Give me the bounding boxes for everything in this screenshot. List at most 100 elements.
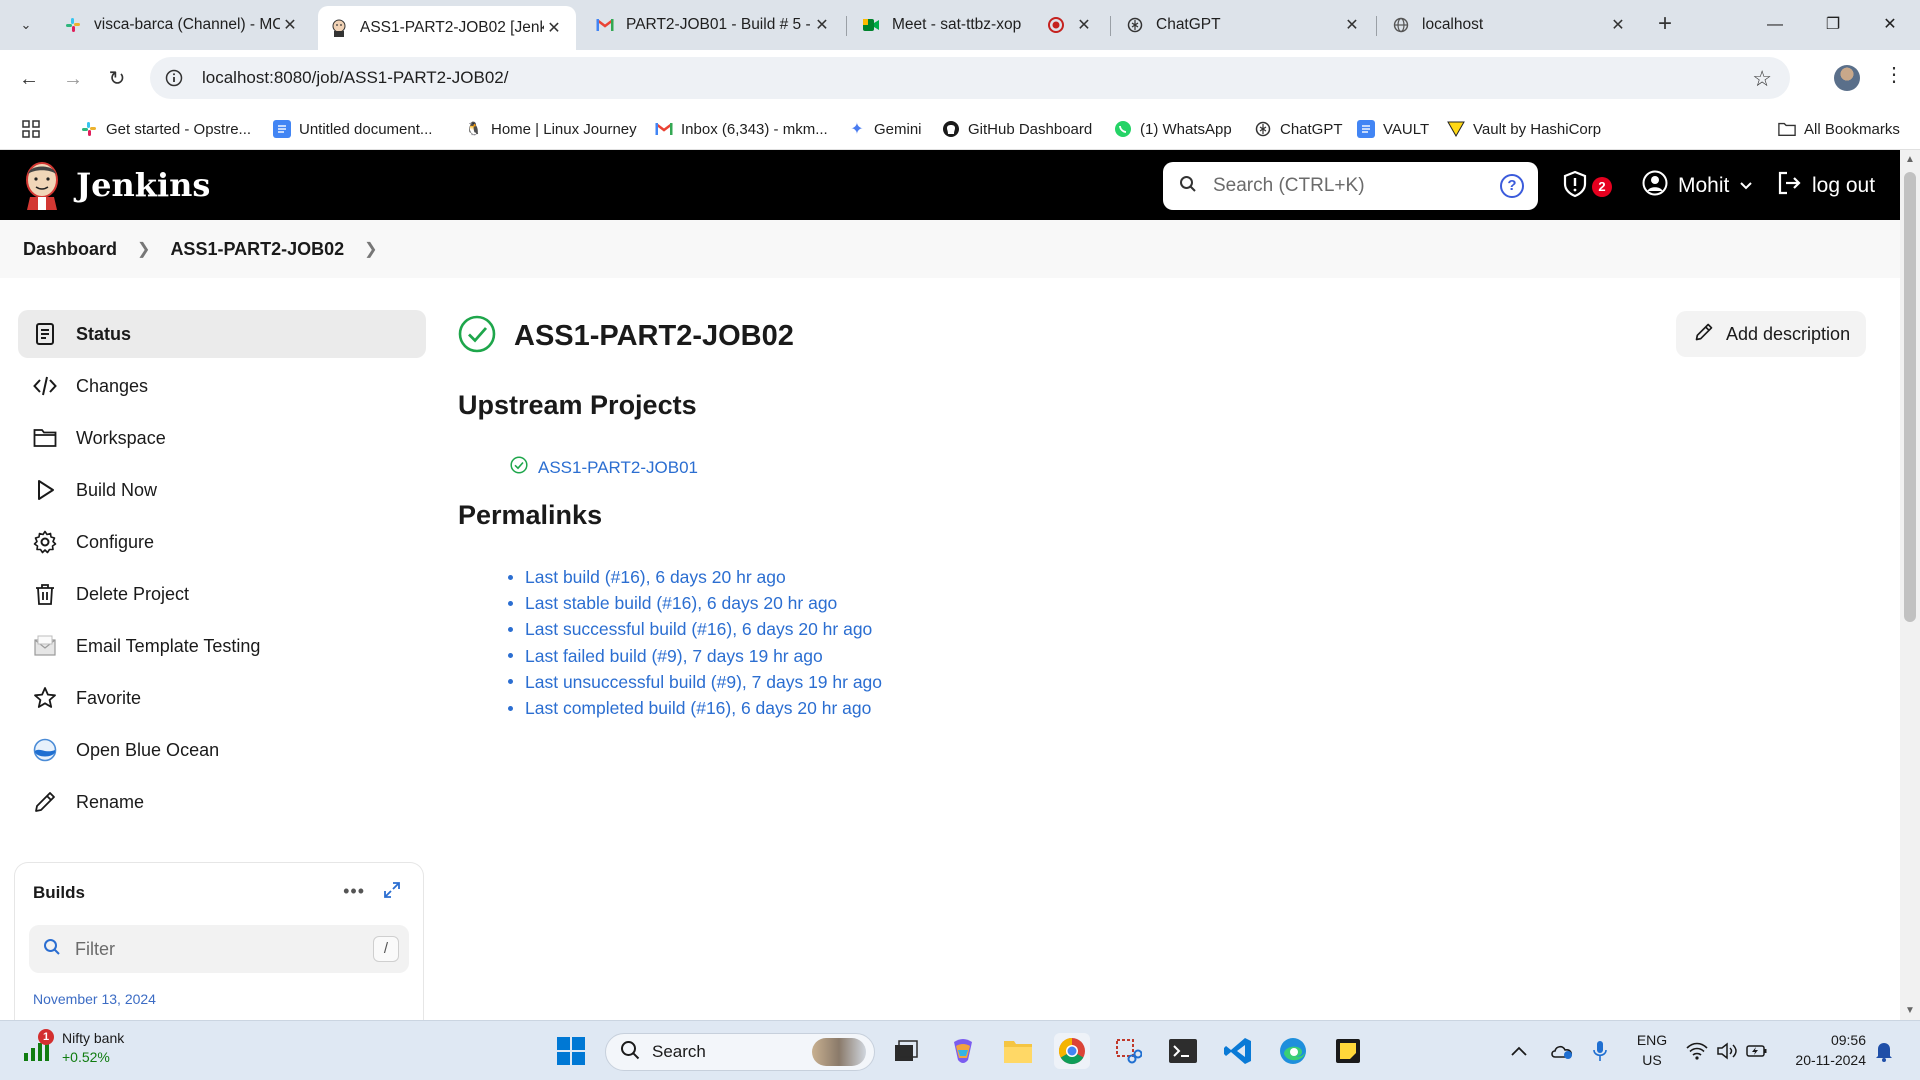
permalink-last-unsuccessful-build[interactable]: Last unsuccessful build (#9), 7 days 19 …	[525, 669, 882, 695]
scrollbar-thumb[interactable]	[1904, 172, 1916, 622]
tab-search-dropdown[interactable]: ⌄	[12, 11, 40, 39]
reload-button[interactable]: ↻	[102, 64, 132, 94]
page-scrollbar[interactable]: ▲ ▼	[1900, 150, 1920, 1020]
breadcrumb-job[interactable]: ASS1-PART2-JOB02	[170, 239, 344, 260]
snipping-tool-icon[interactable]	[1110, 1033, 1146, 1069]
tab-slack[interactable]: visca-barca (Channel) - MC ✕	[52, 6, 312, 44]
help-icon[interactable]: ?	[1500, 174, 1524, 198]
sidebar-item-open-blue-ocean[interactable]: Open Blue Ocean	[18, 726, 426, 774]
breadcrumb-dashboard[interactable]: Dashboard	[23, 239, 117, 260]
expand-icon[interactable]	[383, 881, 401, 899]
restore-button[interactable]: ❐	[1803, 8, 1863, 42]
close-icon[interactable]: ✕	[280, 15, 300, 35]
close-window-button[interactable]: ✕	[1860, 8, 1920, 42]
sidebar-item-rename[interactable]: Rename	[18, 778, 426, 826]
bookmark-item[interactable]: (1) WhatsApp	[1114, 116, 1232, 142]
apps-grid-icon[interactable]	[22, 116, 40, 142]
add-description-button[interactable]: Add description	[1676, 311, 1866, 357]
sidebar-item-delete-project[interactable]: Delete Project	[18, 570, 426, 618]
sidebar-item-favorite[interactable]: Favorite	[18, 674, 426, 722]
builds-filter-input[interactable]: Filter /	[29, 925, 409, 973]
show-hidden-icons[interactable]	[1510, 1021, 1528, 1080]
system-clock[interactable]: 09:56 20-11-2024	[1786, 1030, 1866, 1070]
sidebar-item-changes[interactable]: Changes	[18, 362, 426, 410]
tab-recording[interactable]: ✕	[1035, 6, 1103, 44]
vscode-icon[interactable]	[1220, 1033, 1256, 1069]
security-alerts[interactable]: 2	[1562, 170, 1612, 203]
sticky-notes-icon[interactable]	[1330, 1033, 1366, 1069]
bookmark-item[interactable]: ChatGPT	[1254, 116, 1343, 142]
chrome-icon[interactable]	[1054, 1033, 1090, 1069]
bookmark-item[interactable]: Inbox (6,343) - mkm...	[655, 116, 828, 142]
scroll-down-arrow[interactable]: ▼	[1900, 1005, 1920, 1016]
battery-icon[interactable]	[1746, 1021, 1768, 1080]
side-panel: Status Changes Workspace Build Now Confi…	[18, 310, 426, 830]
taskbar-search-box[interactable]: Search	[605, 1033, 875, 1071]
site-info-icon[interactable]	[164, 68, 184, 88]
microphone-icon[interactable]	[1592, 1021, 1608, 1080]
close-icon[interactable]: ✕	[1077, 15, 1091, 35]
close-icon[interactable]: ✕	[812, 15, 832, 35]
tab-localhost[interactable]: localhost ✕	[1380, 6, 1640, 44]
file-explorer-icon[interactable]	[1000, 1033, 1036, 1069]
user-menu[interactable]: Mohit	[1642, 170, 1753, 202]
sidebar-item-email-template-testing[interactable]: Email Template Testing	[18, 622, 426, 670]
close-icon[interactable]: ✕	[1342, 15, 1362, 35]
sidebar-item-build-now[interactable]: Build Now	[18, 466, 426, 514]
wifi-icon[interactable]	[1686, 1021, 1708, 1080]
notification-bell-icon[interactable]	[1874, 1021, 1894, 1080]
jenkins-search-box[interactable]: Search (CTRL+K) ?	[1163, 162, 1538, 210]
all-bookmarks-label: All Bookmarks	[1804, 120, 1900, 138]
bookmark-item[interactable]: Vault by HashiCorp	[1447, 116, 1601, 142]
jenkins-logo[interactable]: Jenkins	[22, 160, 210, 210]
tab-jenkins-active[interactable]: ASS1-PART2-JOB02 [Jenkin ✕	[318, 6, 576, 50]
bookmark-item[interactable]: VAULT	[1357, 116, 1429, 142]
clock-time: 09:56	[1830, 1032, 1866, 1048]
chevron-right-icon[interactable]: ❯	[364, 239, 377, 259]
bookmark-star-icon[interactable]: ☆	[1752, 66, 1772, 92]
permalink-last-failed-build[interactable]: Last failed build (#9), 7 days 19 hr ago	[525, 643, 823, 669]
logout-link[interactable]: log out	[1776, 170, 1875, 202]
url-text[interactable]: localhost:8080/job/ASS1-PART2-JOB02/	[202, 68, 508, 88]
browser-menu-icon[interactable]: ⋮	[1884, 62, 1904, 92]
task-view-icon[interactable]	[888, 1033, 924, 1069]
bookmark-item[interactable]: Untitled document...	[273, 116, 432, 142]
bookmark-item[interactable]: GitHub Dashboard	[942, 116, 1092, 142]
bookmark-item[interactable]: ✦ Gemini	[848, 116, 921, 142]
edge-icon[interactable]	[1275, 1033, 1311, 1069]
new-tab-button[interactable]: +	[1650, 10, 1680, 40]
forward-button[interactable]: →	[58, 64, 88, 94]
bookmark-item[interactable]: 🐧 Home | Linux Journey	[465, 116, 637, 142]
sidebar-item-status[interactable]: Status	[18, 310, 426, 358]
list-item: Last successful build (#16), 6 days 20 h…	[508, 616, 882, 642]
scroll-up-arrow[interactable]: ▲	[1900, 154, 1920, 165]
job-title-row: ASS1-PART2-JOB02	[458, 315, 794, 358]
minimize-button[interactable]: —	[1745, 8, 1805, 42]
volume-icon[interactable]	[1716, 1021, 1738, 1080]
language-indicator[interactable]: ENG US	[1634, 1030, 1670, 1070]
back-button[interactable]: ←	[14, 64, 44, 94]
profile-avatar[interactable]	[1834, 65, 1860, 91]
copilot-icon[interactable]	[945, 1033, 981, 1069]
permalink-last-completed-build[interactable]: Last completed build (#16), 6 days 20 hr…	[525, 695, 871, 721]
tab-meet[interactable]: Meet - sat-ttbz-xop	[850, 6, 1040, 44]
permalink-last-stable-build[interactable]: Last stable build (#16), 6 days 20 hr ag…	[525, 590, 837, 616]
sidebar-item-workspace[interactable]: Workspace	[18, 414, 426, 462]
tab-chatgpt[interactable]: ChatGPT ✕	[1114, 6, 1374, 44]
permalink-last-successful-build[interactable]: Last successful build (#16), 6 days 20 h…	[525, 616, 872, 642]
close-icon[interactable]: ✕	[1608, 15, 1628, 35]
bookmark-item[interactable]: Get started - Opstre...	[80, 116, 251, 142]
upstream-project-link[interactable]: ASS1-PART2-JOB01	[538, 458, 698, 478]
stock-widget[interactable]: 1 Nifty bank +0.52%	[22, 1029, 124, 1067]
onedrive-icon[interactable]	[1550, 1021, 1574, 1080]
address-bar[interactable]: localhost:8080/job/ASS1-PART2-JOB02/ ☆	[150, 57, 1790, 99]
tab-gmail[interactable]: PART2-JOB01 - Build # 5 - ✕	[584, 6, 844, 44]
more-options-icon[interactable]: •••	[343, 881, 365, 902]
permalink-last-build[interactable]: Last build (#16), 6 days 20 hr ago	[525, 564, 786, 590]
stock-widget-text: Nifty bank +0.52%	[62, 1029, 124, 1067]
windows-start-icon[interactable]	[553, 1033, 589, 1069]
sidebar-item-configure[interactable]: Configure	[18, 518, 426, 566]
terminal-icon[interactable]	[1165, 1033, 1201, 1069]
close-icon[interactable]: ✕	[544, 18, 564, 38]
all-bookmarks[interactable]: All Bookmarks	[1778, 116, 1900, 142]
